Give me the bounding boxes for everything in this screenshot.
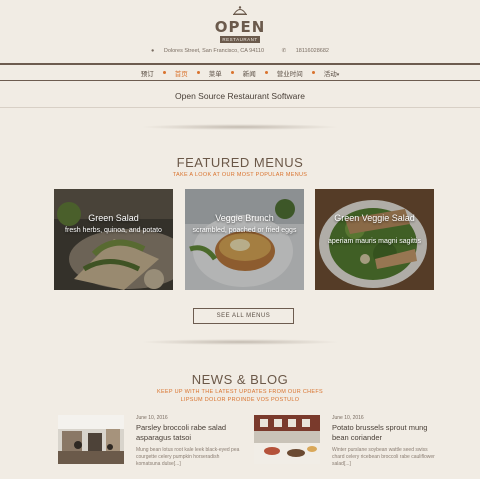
featured-title: FEATURED MENUS: [176, 155, 304, 170]
news-subtitle-line2: LIPSUM DOLOR PROINDE VOS POSTULO: [180, 397, 300, 403]
featured-subtitle: TAKE A LOOK AT OUR MOST POPULAR MENUS: [172, 172, 308, 178]
news-title: NEWS & BLOG: [191, 372, 289, 387]
news-post[interactable]: June 10, 2016 Potato brussels sprout mun…: [254, 413, 444, 473]
card-description: aperiam mauris magni sagittis: [328, 238, 421, 245]
news-post[interactable]: June 10, 2016 Parsley broccoli rabe sala…: [58, 413, 248, 473]
nav-item-events-label: 活动: [323, 70, 337, 78]
nav-item-menu[interactable]: 菜单: [200, 68, 231, 78]
news-post-photo: [58, 415, 124, 464]
card-title: Green Salad: [88, 213, 139, 223]
brand-name: OPEN: [214, 18, 266, 36]
brand-logo[interactable]: OPEN RESTAURANT: [212, 6, 268, 46]
post-excerpt: Mung bean lotus root kale leek black-eye…: [136, 447, 240, 467]
phone[interactable]: ✆ 18116028682: [278, 48, 333, 54]
card-overlay: [54, 189, 173, 290]
news-post-photo: [254, 415, 320, 464]
main-nav: 预订 首页 菜单 新闻 营业时间 活动▾: [0, 63, 480, 81]
post-date: June 10, 2016: [332, 415, 364, 421]
nav-item-home[interactable]: 首页: [166, 68, 197, 78]
card-description: fresh herbs, quinoa, and potato: [65, 227, 162, 234]
map-pin-icon: ●: [151, 48, 155, 54]
nav-item-hours[interactable]: 营业时间: [268, 68, 312, 78]
menu-card[interactable]: Veggie Brunch scrambled, poached or frie…: [185, 189, 304, 290]
see-all-menus-button[interactable]: SEE ALL MENUS: [193, 308, 294, 324]
nav-item-events[interactable]: 活动▾: [315, 68, 349, 78]
address-text: Dolores Street, San Francisco, CA 94110: [163, 48, 265, 54]
featured-cards: Green Salad fresh herbs, quinoa, and pot…: [54, 189, 434, 291]
phone-text: 18116028682: [295, 48, 329, 54]
divider-shadow: [140, 124, 340, 130]
address: ● Dolores Street, San Francisco, CA 9411…: [147, 48, 270, 54]
cloche-icon: [233, 6, 247, 15]
menu-card[interactable]: Green Veggie Salad aperiam mauris magni …: [315, 189, 434, 290]
divider-shadow: [140, 339, 340, 345]
tagline: Open Source Restaurant Software: [0, 84, 480, 108]
phone-icon: ✆: [281, 48, 287, 54]
contact-info: ● Dolores Street, San Francisco, CA 9411…: [0, 48, 480, 54]
post-date: June 10, 2016: [136, 415, 168, 421]
chevron-down-icon: ▾: [336, 71, 340, 78]
post-title[interactable]: Potato brussels sprout mung bean coriand…: [332, 423, 442, 443]
news-subtitle-line1: KEEP UP WITH THE LATEST UPDATES FROM OUR…: [157, 389, 323, 395]
brand-ribbon: RESTAURANT: [220, 36, 260, 43]
card-overlay: [185, 189, 304, 290]
menu-card[interactable]: Green Salad fresh herbs, quinoa, and pot…: [54, 189, 173, 290]
post-title[interactable]: Parsley broccoli rabe salad asparagus ta…: [136, 423, 246, 443]
nav-item-news[interactable]: 新闻: [234, 68, 265, 78]
site-header: OPEN RESTAURANT ● Dolores Street, San Fr…: [0, 0, 480, 62]
nav-item-reservations[interactable]: 预订: [132, 68, 163, 78]
card-title: Green Veggie Salad: [334, 213, 415, 223]
card-description: scrambled, poached or fried eggs: [192, 227, 297, 234]
post-excerpt: Winter purslane soybean wattle seed swis…: [332, 447, 435, 467]
card-title: Veggie Brunch: [215, 213, 274, 223]
